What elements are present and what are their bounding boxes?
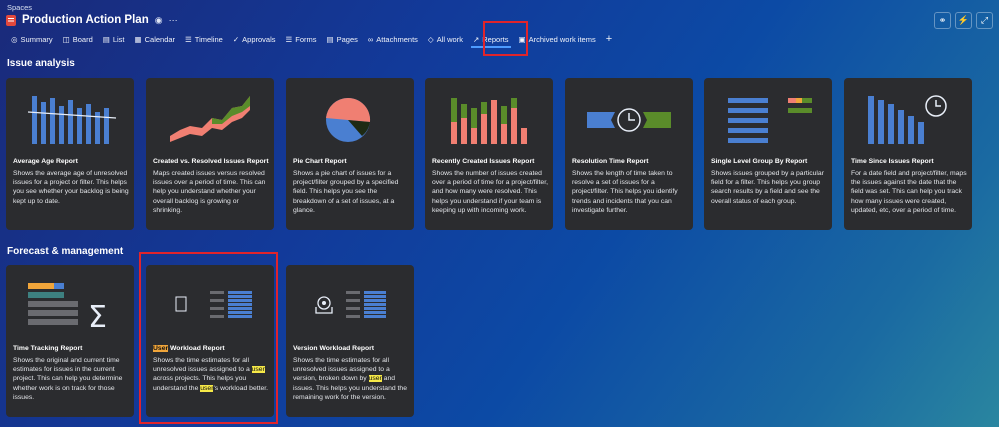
card-title: Version Workload Report: [293, 345, 375, 352]
card-time-tracking[interactable]: Σ Time Tracking Report Shows the origina…: [6, 265, 134, 417]
card-title: Pie Chart Report: [293, 158, 347, 165]
user-workload-highlight: [139, 252, 278, 424]
reports-tab-highlight: [483, 21, 528, 56]
card-average-age[interactable]: Average Age Report Shows the average age…: [6, 78, 134, 230]
fullscreen-icon[interactable]: ⤢: [976, 12, 993, 29]
page-title: Production Action Plan: [22, 14, 149, 26]
header-actions: ⚭ ⚡ ⤢: [934, 12, 993, 29]
card-description: Shows issues grouped by a particular fie…: [711, 170, 824, 205]
tab-timeline[interactable]: ☰ Timeline: [180, 33, 228, 45]
plus-icon: +: [605, 33, 613, 45]
group-by-illustration: [728, 98, 812, 143]
project-icon: [6, 14, 16, 26]
card-title: Time Tracking Report: [13, 345, 83, 352]
share-icon[interactable]: ⚭: [934, 12, 951, 29]
timeline-icon: ☰: [185, 34, 192, 44]
average-age-illustration: [27, 96, 117, 144]
attachment-icon: ∞: [367, 34, 374, 44]
card-title: Created vs. Resolved Issues Report: [153, 158, 269, 165]
card-version-workload[interactable]: Version Workload Report Shows the time e…: [286, 265, 414, 417]
tab-pages[interactable]: ▤ Pages: [322, 33, 363, 45]
more-icon[interactable]: ⋯: [169, 15, 178, 26]
tab-calendar[interactable]: ▦ Calendar: [130, 33, 181, 45]
card-title: Recently Created Issues Report: [432, 158, 535, 165]
project-header: Production Action Plan ◉ ⋯: [6, 14, 178, 26]
card-description: Shows a pie chart of issues for a projec…: [293, 170, 399, 214]
card-description: Shows the original and current time esti…: [13, 357, 123, 401]
section-issue-analysis: Issue analysis: [7, 58, 75, 69]
list-icon: ▤: [102, 34, 110, 44]
svg-text:Σ: Σ: [88, 300, 107, 335]
section-forecast-management: Forecast & management: [7, 246, 124, 257]
tab-board[interactable]: ◫ Board: [58, 33, 98, 45]
add-tab-button[interactable]: +: [601, 33, 617, 45]
pages-icon: ▤: [326, 34, 334, 44]
card-title: Single Level Group By Report: [711, 158, 808, 165]
pie-chart-illustration: [326, 97, 371, 142]
board-icon: ◫: [62, 34, 70, 44]
card-pie-chart[interactable]: Pie Chart Report Shows a pie chart of is…: [286, 78, 414, 230]
tab-approvals[interactable]: ✓ Approvals: [228, 33, 281, 45]
tab-list[interactable]: ▤ List: [98, 33, 130, 45]
card-resolution-time[interactable]: Resolution Time Report Shows the length …: [565, 78, 693, 230]
resolution-time-illustration: [587, 108, 671, 132]
card-description: Shows the number of issues created over …: [432, 170, 548, 214]
card-description: Maps created issues versus resolved issu…: [153, 170, 266, 214]
created-resolved-illustration: [170, 96, 250, 142]
card-title: Time Since Issues Report: [851, 158, 934, 165]
approvals-icon: ✓: [232, 34, 240, 44]
time-tracking-illustration: Σ: [28, 283, 107, 335]
forms-icon: ☰: [285, 34, 293, 44]
recently-created-illustration: [451, 98, 527, 144]
globe-icon: ◎: [11, 34, 18, 44]
card-title: Resolution Time Report: [572, 158, 649, 165]
all-work-icon: ◇: [427, 34, 434, 44]
card-description: For a date field and project/filter, map…: [851, 170, 967, 214]
card-description: Shows the length of time taken to resolv…: [572, 170, 678, 214]
card-single-level-group[interactable]: Single Level Group By Report Shows issue…: [704, 78, 832, 230]
search-highlight: user: [368, 375, 382, 383]
team-icon[interactable]: ◉: [155, 15, 163, 26]
breadcrumb[interactable]: Spaces: [7, 3, 32, 12]
card-recently-created[interactable]: Recently Created Issues Report Shows the…: [425, 78, 553, 230]
card-description: Shows the average age of unresolved issu…: [13, 170, 129, 205]
card-created-vs-resolved[interactable]: Created vs. Resolved Issues Report Maps …: [146, 78, 274, 230]
tab-summary[interactable]: ◎ Summary: [6, 33, 58, 45]
card-time-since-issues[interactable]: Time Since Issues Report For a date fiel…: [844, 78, 972, 230]
card-title: Average Age Report: [13, 158, 78, 165]
tab-all-work[interactable]: ◇ All work: [423, 33, 468, 45]
reports-icon: ↗: [472, 34, 480, 44]
tab-forms[interactable]: ☰ Forms: [281, 33, 322, 45]
time-since-illustration: [868, 95, 947, 144]
calendar-icon: ▦: [134, 34, 142, 44]
automation-icon[interactable]: ⚡: [955, 12, 972, 29]
card-description: Shows the time estimates for all unresol…: [293, 357, 407, 401]
tab-attachments[interactable]: ∞ Attachments: [363, 33, 423, 45]
version-workload-illustration: [315, 291, 386, 318]
